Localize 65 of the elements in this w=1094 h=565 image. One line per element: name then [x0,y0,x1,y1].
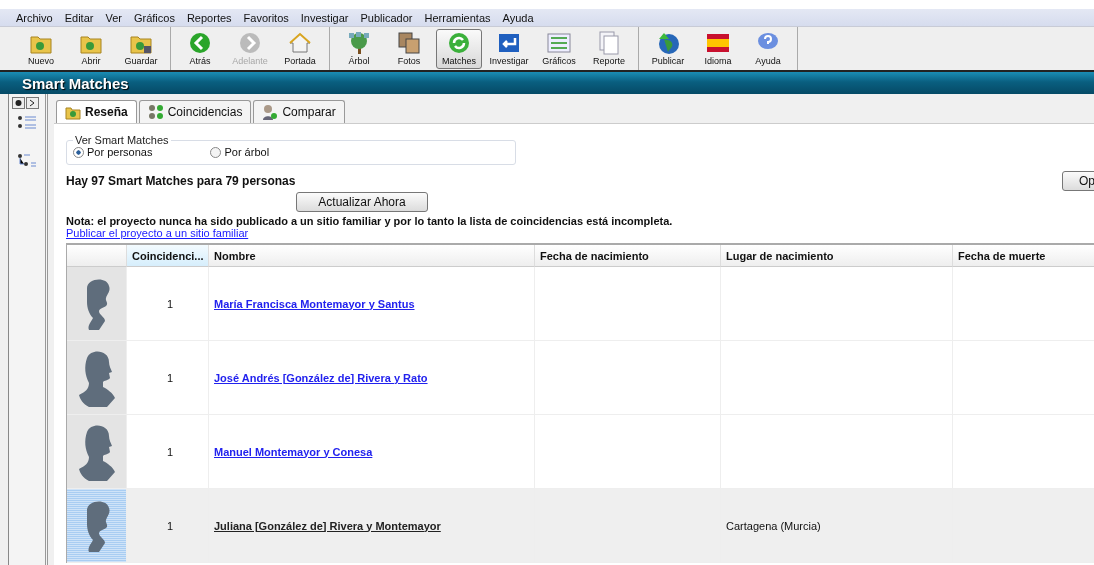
person-icon [262,104,279,120]
table-cell: Cartagena (Murcia) [721,489,953,563]
table-cell: 1 [127,415,209,489]
note-text: Nota: el proyecto nunca ha sido publicado a un sitio familiar y por lo tanto la lista de coincidencias está incompleta. [66,215,674,227]
table-cell: 1 [127,489,209,563]
menu-item[interactable]: Editar [58,11,100,24]
home-icon [288,30,312,55]
toolbar-button[interactable]: Atrás [177,28,223,69]
column-header[interactable]: Coincidenci... [127,245,209,267]
radio-option[interactable]: Por árbol [210,146,270,158]
person-link[interactable]: María Francisca Montemayor y Santus [214,297,415,310]
menu-item[interactable]: Ayuda [496,11,540,24]
toolbar-button[interactable]: Investigar [486,28,532,69]
menu-item[interactable]: Publicador [354,11,419,24]
toolbar-button[interactable]: Idioma [695,28,741,69]
menu-item[interactable]: Gráficos [127,11,181,24]
tab[interactable]: Reseña [56,100,137,123]
column-header[interactable]: Nombre [209,245,535,267]
update-button[interactable]: Actualizar Ahora [296,192,428,212]
radio-option[interactable]: Por personas [73,146,153,158]
menu-item[interactable]: Herramientas [418,11,497,24]
menu-item[interactable]: Favoritos [237,11,295,24]
chart-icon [547,30,571,55]
menu-item[interactable]: Reportes [180,11,238,24]
toolbar-button[interactable]: Reporte [586,28,632,69]
group-title: Ver Smart Matches [74,134,170,146]
toolbar-button[interactable]: Publicar [645,28,691,69]
toolbar-button[interactable]: Guardar [118,28,164,69]
table-cell: 1 [127,341,209,415]
toolbar-button[interactable]: Gráficos [536,28,582,69]
toolbar-button[interactable]: Nuevo [18,28,64,69]
tree-icon [347,30,371,55]
menu-item[interactable]: Ver [99,11,128,24]
panel-title: Smart Matches [0,72,1094,94]
radio-icon[interactable] [73,146,84,158]
column-header[interactable]: Lugar de nacimiento [721,245,953,267]
table-cell: 1 [127,267,209,341]
summary-text: Hay 97 Smart Matches para 79 personas [66,174,296,188]
tab[interactable]: Coincidencias [138,100,252,123]
publish-link[interactable]: Publicar el proyecto a un sitio familiar [66,227,249,239]
person-link[interactable]: Manuel Montemayor y Conesa [214,445,373,458]
list-icon[interactable] [16,115,38,131]
menu-item[interactable]: Archivo [10,11,59,24]
menu-item[interactable]: Investigar [294,11,355,24]
refresh-icon [447,30,471,55]
radio-label: Por árbol [224,146,270,158]
toolbar-button[interactable]: Abrir [68,28,114,69]
person-link[interactable]: José Andrés [González de] Rivera y Rato [214,371,428,384]
radio-label: Por personas [87,146,153,158]
toolbar-button[interactable]: Árbol [336,28,382,69]
toolbar-button[interactable]: Ayuda [745,28,791,69]
toolbar-button[interactable]: Portada [277,28,323,69]
document-icon [597,30,621,55]
photos-icon [397,30,421,55]
tab[interactable]: Comparar [253,100,345,123]
view-toggle-icon[interactable] [12,97,42,109]
people-icon [147,104,164,120]
column-header[interactable]: Fecha de nacimiento [535,245,721,267]
toolbar-button[interactable]: Matches [436,28,482,69]
radio-icon[interactable] [210,146,222,158]
person-link[interactable]: Juliana [González de] Rivera y Montemayor [214,519,441,532]
tree-list-icon[interactable] [17,153,37,169]
toolbar-button[interactable]: Fotos [386,28,432,69]
options-button[interactable]: Op [1062,171,1094,191]
folder-icon [65,104,81,120]
